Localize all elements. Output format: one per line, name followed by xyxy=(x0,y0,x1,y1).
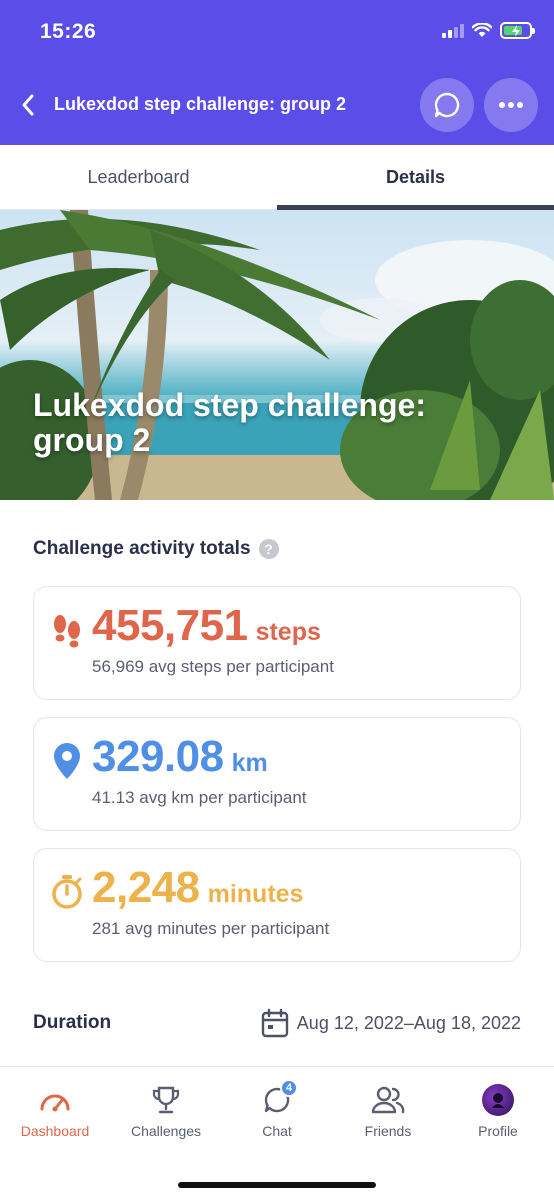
nav-challenges[interactable]: Challenges xyxy=(111,1083,221,1139)
distance-average: 41.13 avg km per participant xyxy=(92,788,307,807)
friends-icon xyxy=(371,1083,405,1117)
tab-details[interactable]: Details xyxy=(277,145,554,210)
chat-button[interactable] xyxy=(420,78,474,132)
tab-leaderboard[interactable]: Leaderboard xyxy=(0,145,277,209)
minutes-total-card: 2,248 minutes 281 avg minutes per partic… xyxy=(33,848,521,962)
app-header: 15:26 Lukexdod step challenge: group 2 xyxy=(0,0,554,145)
bottom-navigation: Dashboard Challenges 4 Chat Friends Prof… xyxy=(0,1066,554,1200)
challenge-hero-image: Lukexdod step challenge: group 2 xyxy=(0,210,554,500)
chat-unread-badge: 4 xyxy=(280,1079,298,1097)
nav-friends-label: Friends xyxy=(364,1123,412,1139)
totals-section-title: Challenge activity totals ? xyxy=(33,538,279,560)
steps-total-card: 455,751 steps 56,969 avg steps per parti… xyxy=(33,586,521,700)
gauge-icon xyxy=(38,1083,72,1117)
cellular-signal-icon xyxy=(442,23,464,38)
home-indicator xyxy=(178,1182,376,1188)
totals-title-text: Challenge activity totals xyxy=(33,538,251,559)
distance-unit: km xyxy=(231,749,268,777)
duration-dates: Aug 12, 2022–Aug 18, 2022 xyxy=(296,1012,521,1033)
stopwatch-icon xyxy=(50,873,84,911)
minutes-total-value: 2,248 xyxy=(92,863,200,912)
chat-bubble-icon: 4 xyxy=(260,1079,298,1117)
hero-title: Lukexdod step challenge: group 2 xyxy=(33,387,426,459)
status-time: 15:26 xyxy=(40,20,97,43)
chevron-left-icon xyxy=(22,94,34,116)
nav-profile-label: Profile xyxy=(478,1123,518,1139)
minutes-average: 281 avg minutes per participant xyxy=(92,919,330,938)
nav-dashboard[interactable]: Dashboard xyxy=(0,1083,110,1139)
steps-unit: steps xyxy=(255,618,321,646)
steps-average: 56,969 avg steps per participant xyxy=(92,657,334,676)
calendar-icon xyxy=(261,1008,288,1038)
chat-bubble-icon xyxy=(434,92,460,118)
distance-total-value: 329.08 xyxy=(92,732,224,781)
footprints-icon xyxy=(50,611,84,649)
steps-total-value: 455,751 xyxy=(92,601,248,650)
location-pin-icon xyxy=(50,742,84,780)
wifi-icon xyxy=(472,23,492,37)
help-icon[interactable]: ? xyxy=(258,539,279,559)
nav-chat[interactable]: 4 Chat xyxy=(222,1079,332,1139)
page-title: Lukexdod step challenge: group 2 xyxy=(54,94,347,114)
minutes-unit: minutes xyxy=(207,880,304,908)
duration-label: Duration xyxy=(33,1012,112,1033)
nav-chat-label: Chat xyxy=(262,1123,292,1139)
status-icons xyxy=(442,22,535,39)
back-button[interactable] xyxy=(14,88,42,122)
nav-challenges-label: Challenges xyxy=(130,1123,202,1139)
nav-friends[interactable]: Friends xyxy=(333,1083,443,1139)
nav-dashboard-label: Dashboard xyxy=(20,1123,90,1139)
avatar-icon xyxy=(482,1084,514,1116)
tab-bar: Leaderboard Details xyxy=(0,145,554,210)
more-horizontal-icon xyxy=(499,102,523,108)
battery-charging-icon xyxy=(500,22,535,39)
trophy-icon xyxy=(149,1083,183,1117)
nav-profile[interactable]: Profile xyxy=(443,1083,553,1139)
distance-total-card: 329.08 km 41.13 avg km per participant xyxy=(33,717,521,831)
duration-range: Aug 12, 2022–Aug 18, 2022 xyxy=(261,1008,521,1038)
more-options-button[interactable] xyxy=(484,78,538,132)
